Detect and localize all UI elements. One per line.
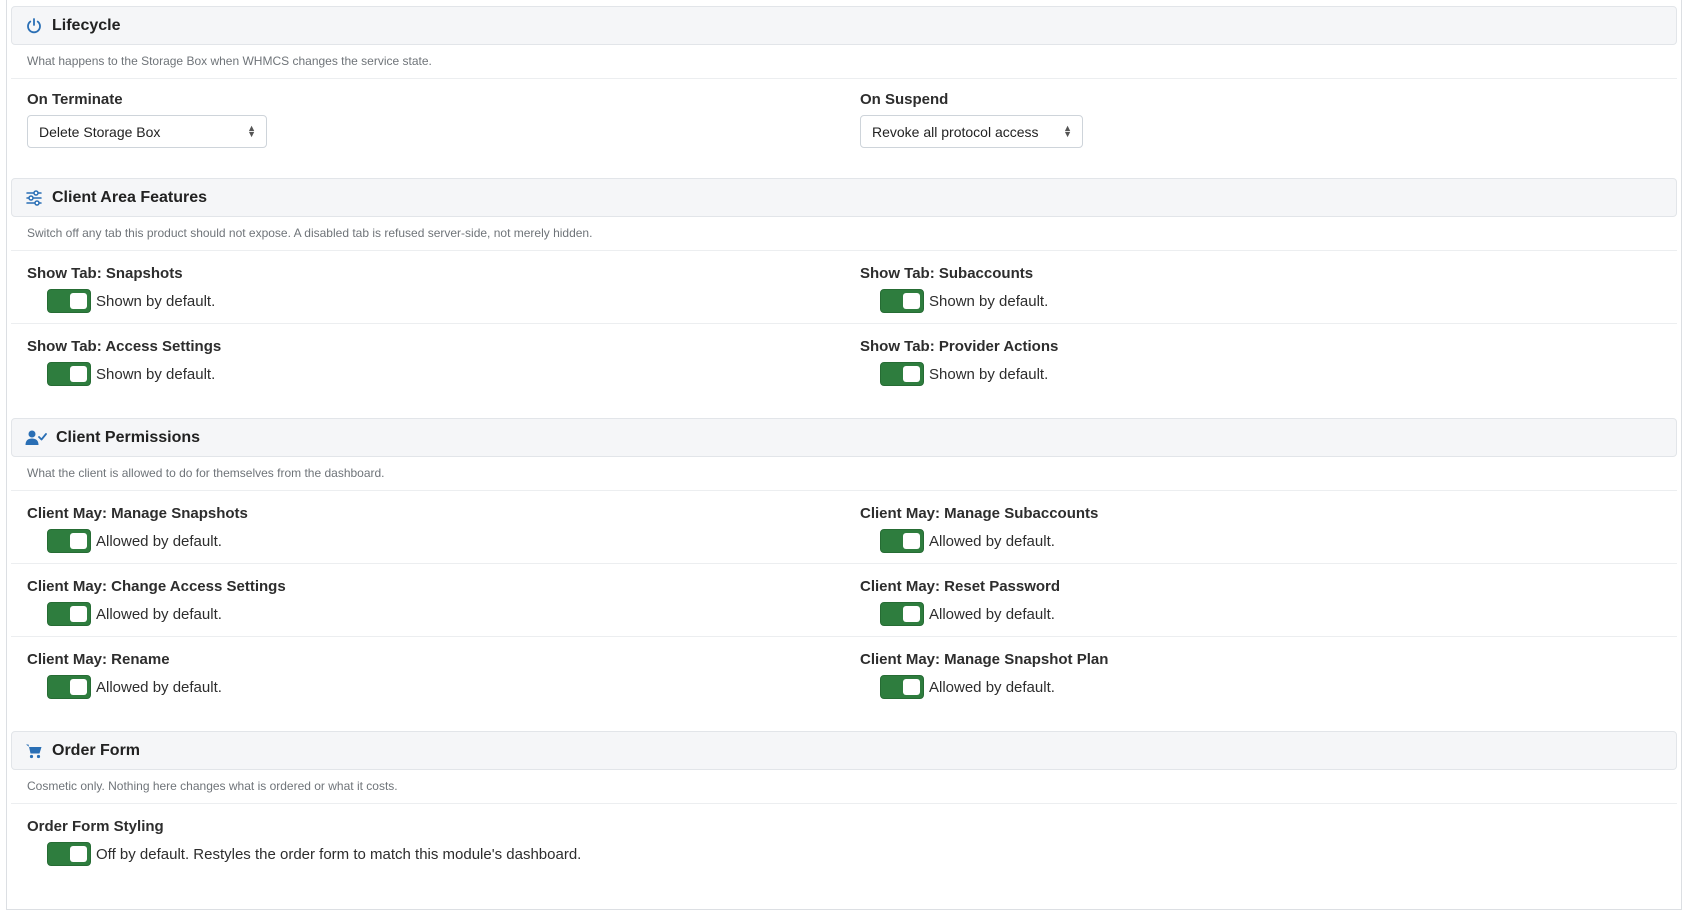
order-form-styling-toggle[interactable] bbox=[47, 842, 91, 866]
toggle-knob bbox=[903, 679, 920, 695]
order-form-section-header: Order Form bbox=[11, 731, 1677, 770]
toggle-text: Shown by default. bbox=[96, 292, 216, 310]
toggle-text: Allowed by default. bbox=[96, 605, 222, 623]
field-label: Order Form Styling bbox=[27, 818, 164, 835]
cart-icon bbox=[25, 742, 43, 760]
field-label: On Terminate bbox=[27, 91, 123, 108]
toggle-text: Allowed by default. bbox=[96, 532, 222, 550]
select-value: Revoke all protocol access bbox=[872, 123, 1039, 140]
toggle-knob bbox=[903, 366, 920, 382]
field-label: Show Tab: Access Settings bbox=[27, 338, 222, 355]
power-icon bbox=[25, 17, 43, 35]
field-label: Client May: Manage Subaccounts bbox=[860, 505, 1099, 522]
sliders-icon bbox=[25, 189, 43, 207]
toggle-knob bbox=[70, 293, 87, 309]
sort-caret-icon: ▲ ▼ bbox=[1063, 123, 1072, 139]
rename-toggle[interactable] bbox=[47, 675, 91, 699]
section-description: Switch off any tab this product should n… bbox=[11, 217, 1677, 251]
toggle-knob bbox=[70, 846, 87, 862]
on-suspend-field: On Suspend Revoke all protocol access ▲ ▼ bbox=[844, 79, 1677, 172]
toggle-knob bbox=[903, 293, 920, 309]
permissions-row: Client May: Manage Snapshots Allowed by … bbox=[11, 491, 1677, 564]
section-description: Cosmetic only. Nothing here changes what… bbox=[11, 770, 1677, 804]
permissions-row: Client May: Rename Allowed by default. C… bbox=[11, 637, 1677, 725]
toggle-field: Show Tab: Access Settings Shown by defau… bbox=[11, 324, 844, 412]
show-tab-provider-actions-toggle[interactable] bbox=[880, 362, 924, 386]
reset-password-toggle[interactable] bbox=[880, 602, 924, 626]
order-form-row: Order Form Styling Off by default. Resty… bbox=[11, 804, 1677, 876]
field-label: Client May: Rename bbox=[27, 651, 170, 668]
field-label: Show Tab: Snapshots bbox=[27, 265, 183, 282]
on-terminate-field: On Terminate Delete Storage Box ▲ ▼ bbox=[11, 79, 844, 172]
toggle-field: Client May: Change Access Settings Allow… bbox=[11, 564, 844, 636]
section-description: What happens to the Storage Box when WHM… bbox=[11, 45, 1677, 79]
permissions-section-header: Client Permissions bbox=[11, 418, 1677, 457]
toggle-knob bbox=[70, 606, 87, 622]
show-tab-snapshots-toggle[interactable] bbox=[47, 289, 91, 313]
toggle-field: Client May: Rename Allowed by default. bbox=[11, 637, 844, 725]
toggle-knob bbox=[903, 606, 920, 622]
toggle-text: Allowed by default. bbox=[929, 678, 1055, 696]
on-terminate-select[interactable]: Delete Storage Box ▲ ▼ bbox=[27, 115, 267, 148]
field-label: On Suspend bbox=[860, 91, 949, 108]
toggle-field: Order Form Styling Off by default. Resty… bbox=[11, 804, 1211, 876]
features-section-header: Client Area Features bbox=[11, 178, 1677, 217]
permissions-row: Client May: Change Access Settings Allow… bbox=[11, 564, 1677, 637]
toggle-field: Client May: Reset Password Allowed by de… bbox=[844, 564, 1677, 636]
field-label: Client May: Reset Password bbox=[860, 578, 1061, 595]
change-access-settings-toggle[interactable] bbox=[47, 602, 91, 626]
section-title: Client Permissions bbox=[56, 428, 201, 446]
field-label: Client May: Change Access Settings bbox=[27, 578, 286, 595]
toggle-text: Allowed by default. bbox=[929, 605, 1055, 623]
toggle-field: Client May: Manage Subaccounts Allowed b… bbox=[844, 491, 1677, 563]
show-tab-access-settings-toggle[interactable] bbox=[47, 362, 91, 386]
features-row: Show Tab: Snapshots Shown by default. Sh… bbox=[11, 251, 1677, 324]
show-tab-subaccounts-toggle[interactable] bbox=[880, 289, 924, 313]
manage-snapshots-toggle[interactable] bbox=[47, 529, 91, 553]
field-label: Client May: Manage Snapshots bbox=[27, 505, 248, 522]
toggle-text: Shown by default. bbox=[929, 365, 1049, 383]
toggle-field: Client May: Manage Snapshots Allowed by … bbox=[11, 491, 844, 563]
toggle-text: Allowed by default. bbox=[929, 532, 1055, 550]
toggle-text: Allowed by default. bbox=[96, 678, 222, 696]
field-label: Show Tab: Subaccounts bbox=[860, 265, 1034, 282]
toggle-field: Client May: Manage Snapshot Plan Allowed… bbox=[844, 637, 1677, 725]
field-label: Client May: Manage Snapshot Plan bbox=[860, 651, 1109, 668]
toggle-knob bbox=[903, 533, 920, 549]
select-value: Delete Storage Box bbox=[39, 123, 161, 140]
lifecycle-section-header: Lifecycle bbox=[11, 6, 1677, 45]
toggle-text: Shown by default. bbox=[929, 292, 1049, 310]
lifecycle-row: On Terminate Delete Storage Box ▲ ▼ On Su… bbox=[11, 79, 1677, 172]
features-row: Show Tab: Access Settings Shown by defau… bbox=[11, 324, 1677, 412]
section-description: What the client is allowed to do for the… bbox=[11, 457, 1677, 491]
field-label: Show Tab: Provider Actions bbox=[860, 338, 1059, 355]
toggle-knob bbox=[70, 366, 87, 382]
toggle-text: Off by default. Restyles the order form … bbox=[96, 845, 582, 863]
toggle-field: Show Tab: Provider Actions Shown by defa… bbox=[844, 324, 1677, 412]
section-title: Order Form bbox=[52, 741, 141, 759]
toggle-field: Show Tab: Subaccounts Shown by default. bbox=[844, 251, 1677, 323]
toggle-knob bbox=[70, 679, 87, 695]
section-title: Lifecycle bbox=[52, 16, 121, 34]
user-check-icon bbox=[25, 429, 47, 447]
toggle-field: Show Tab: Snapshots Shown by default. bbox=[11, 251, 844, 323]
on-suspend-select[interactable]: Revoke all protocol access ▲ ▼ bbox=[860, 115, 1083, 148]
manage-subaccounts-toggle[interactable] bbox=[880, 529, 924, 553]
section-title: Client Area Features bbox=[52, 188, 208, 206]
manage-snapshot-plan-toggle[interactable] bbox=[880, 675, 924, 699]
sort-caret-icon: ▲ ▼ bbox=[247, 123, 256, 139]
toggle-text: Shown by default. bbox=[96, 365, 216, 383]
settings-panel: Lifecycle What happens to the Storage Bo… bbox=[6, 0, 1682, 910]
toggle-knob bbox=[70, 533, 87, 549]
